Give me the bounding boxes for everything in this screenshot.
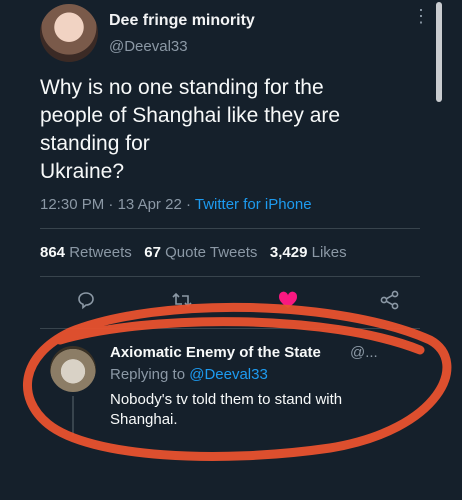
author-avatar[interactable] bbox=[40, 4, 98, 62]
tweet-text-line: standing for bbox=[40, 132, 150, 155]
reply-text: Nobody's tv told them to stand with Shan… bbox=[110, 390, 390, 430]
separator: · bbox=[185, 196, 191, 213]
reply-author-name[interactable]: Axiomatic Enemy of the State bbox=[110, 344, 321, 361]
tweet-stats: 864 Retweets 67 Quote Tweets 3,429 Likes bbox=[40, 244, 347, 261]
tweet-date[interactable]: 13 Apr 22 bbox=[118, 196, 182, 213]
more-icon[interactable]: ⋮ bbox=[412, 7, 430, 36]
retweets-label[interactable]: Retweets bbox=[69, 244, 132, 261]
tweet-time[interactable]: 12:30 PM bbox=[40, 196, 104, 213]
reply-author-handle[interactable]: @... bbox=[350, 344, 378, 361]
divider bbox=[40, 228, 420, 229]
tweet-meta: 12:30 PM · 13 Apr 22 · Twitter for iPhon… bbox=[40, 196, 312, 213]
reply-avatar[interactable] bbox=[50, 346, 96, 392]
tweet-source[interactable]: Twitter for iPhone bbox=[195, 196, 312, 213]
likes-label[interactable]: Likes bbox=[312, 244, 347, 261]
separator: · bbox=[108, 196, 114, 213]
reply-text-line: Nobody's tv told them to stand with bbox=[110, 391, 343, 408]
author-handle[interactable]: @Deeval33 bbox=[109, 38, 188, 55]
author-name[interactable]: Dee fringe minority bbox=[109, 12, 255, 30]
replying-label: Replying to bbox=[110, 366, 186, 383]
likes-count[interactable]: 3,429 bbox=[270, 244, 308, 261]
divider bbox=[40, 328, 420, 329]
retweets-count[interactable]: 864 bbox=[40, 244, 65, 261]
quotes-count[interactable]: 67 bbox=[144, 244, 161, 261]
reply-text-line: Shanghai. bbox=[110, 411, 178, 428]
divider bbox=[40, 276, 420, 277]
heart-icon[interactable] bbox=[274, 286, 302, 314]
replying-to: Replying to @Deeval33 bbox=[110, 366, 268, 383]
reply-icon[interactable] bbox=[72, 286, 100, 314]
tweet-text: Why is no one standing for the people of… bbox=[40, 74, 420, 186]
retweet-icon[interactable] bbox=[168, 286, 196, 314]
replying-handle[interactable]: @Deeval33 bbox=[189, 366, 268, 383]
thread-line bbox=[72, 396, 74, 436]
tweet-actions bbox=[40, 286, 420, 316]
quotes-label[interactable]: Quote Tweets bbox=[165, 244, 257, 261]
tweet-text-line: Why is no one standing for the bbox=[40, 76, 324, 99]
scrollbar[interactable] bbox=[436, 2, 442, 102]
share-icon[interactable] bbox=[376, 286, 404, 314]
tweet-text-line: people of Shanghai like they are bbox=[40, 104, 341, 127]
tweet-text-line: Ukraine? bbox=[40, 160, 125, 183]
